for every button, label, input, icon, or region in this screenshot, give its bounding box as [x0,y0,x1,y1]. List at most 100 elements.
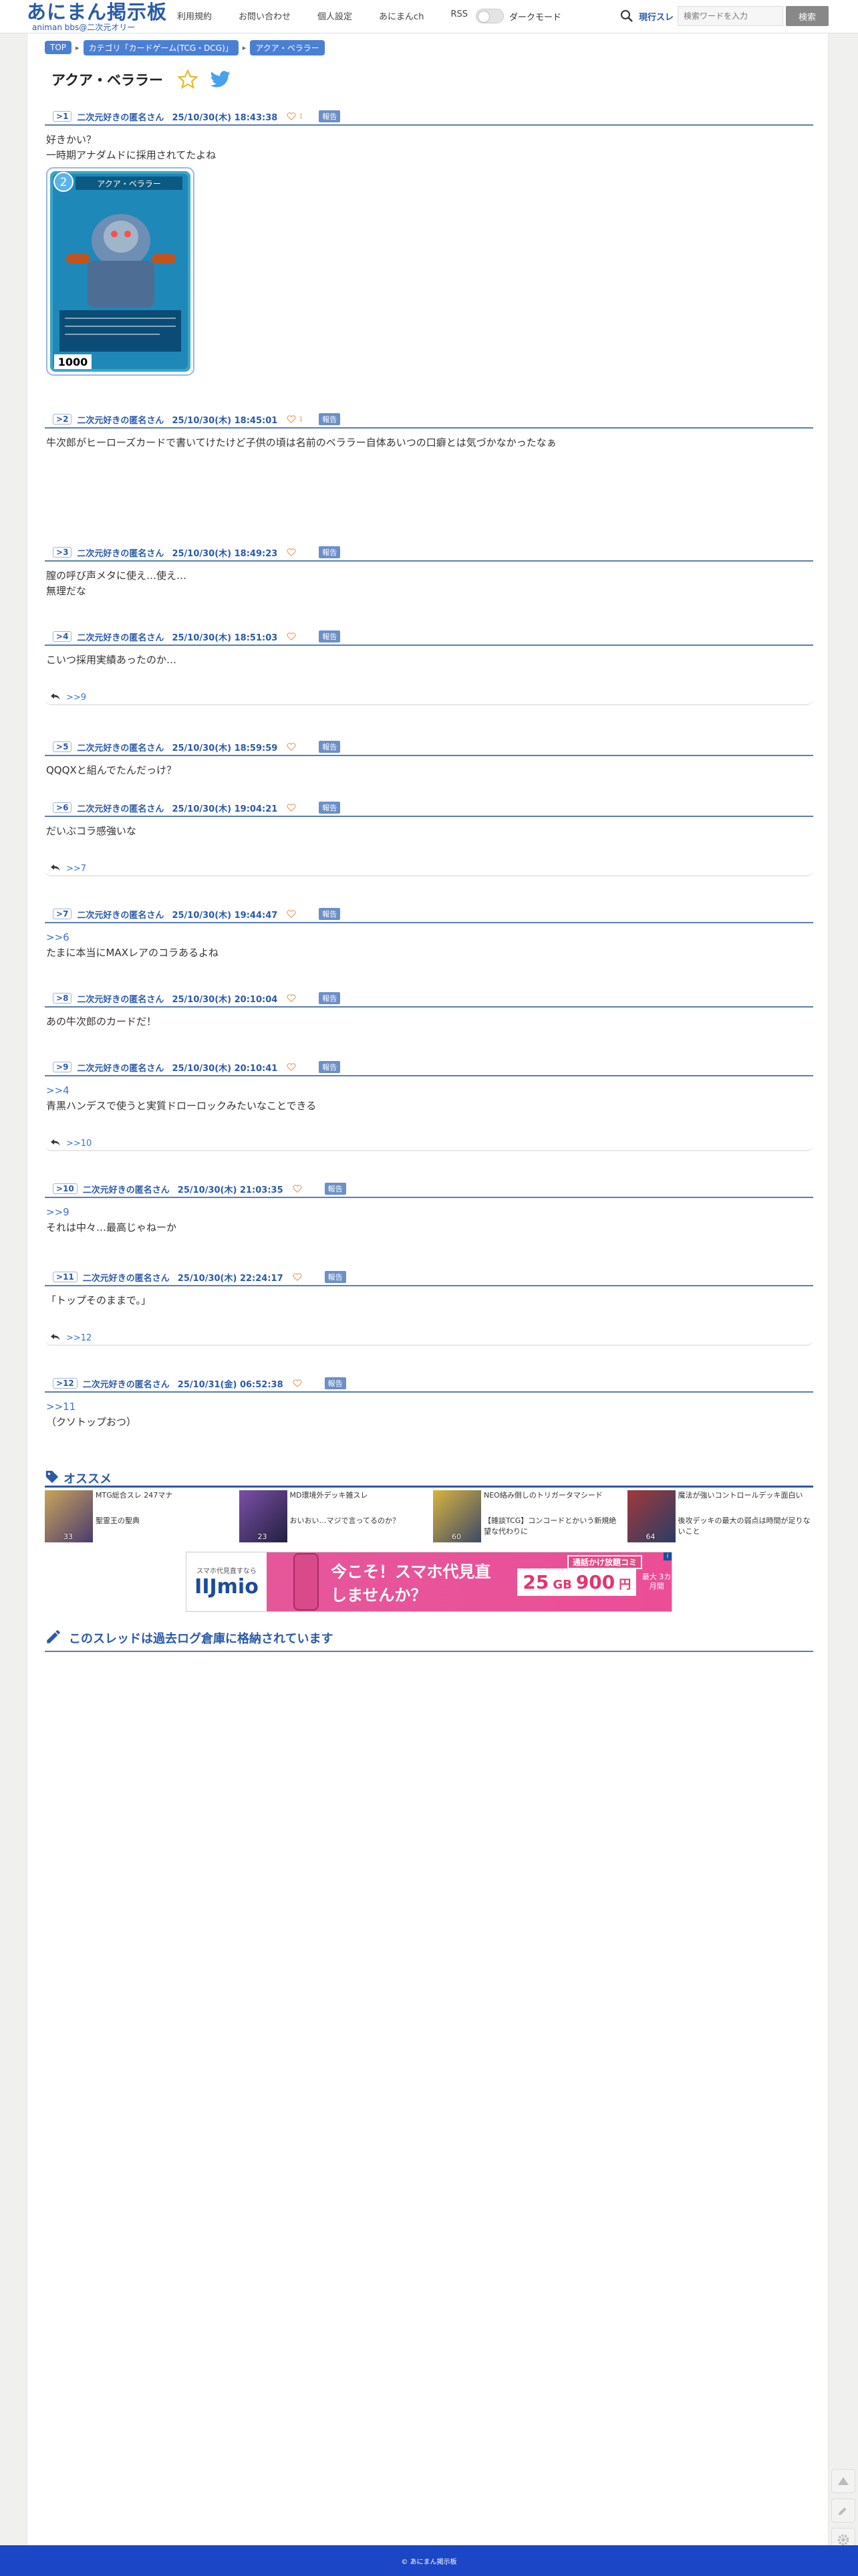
post-number[interactable]: >4 [53,631,72,642]
star-icon[interactable] [176,69,199,90]
recommend-thumbnail[interactable]: 33 [45,1490,93,1542]
reply-link[interactable]: >>10 [66,1139,92,1149]
post-number[interactable]: >2 [53,414,72,425]
compose-button[interactable] [831,2498,855,2523]
recommend-item[interactable]: 23 MD環境外デッキ雑スレ おいおい…マジで言ってるのか？ [239,1490,426,1544]
search-scope[interactable]: 現行スレ [639,10,674,23]
ad-left[interactable]: スマホ代見直すなら IIJmio [186,1552,267,1611]
recommend-thumbnail[interactable]: 64 [627,1490,676,1542]
post-anchor-link[interactable]: >>4 [46,1083,813,1098]
post-number[interactable]: >12 [53,1378,78,1389]
post-number[interactable]: >11 [53,1272,78,1282]
post-number-value[interactable]: 6 [63,803,68,812]
ad-info-icon[interactable]: i [664,1552,672,1560]
report-button[interactable]: 報告 [319,908,341,920]
heart-icon[interactable] [287,994,296,1002]
post-number-value[interactable]: 11 [63,1272,74,1282]
report-button[interactable]: 報告 [324,1271,346,1283]
post-number-value[interactable]: 8 [63,993,68,1003]
card-image[interactable]: 2 アクア・ベララー 1000 [46,167,813,380]
report-button[interactable]: 報告 [324,1183,346,1195]
reply-link[interactable]: >>7 [66,864,86,874]
post-number-value[interactable]: 12 [63,1379,74,1388]
nav-personal-settings[interactable]: 個人設定 [317,9,352,22]
report-button[interactable]: 報告 [324,1377,346,1389]
recommend-title-bottom[interactable]: 聖霊王の聖典 [96,1516,172,1526]
recommend-thumbnail[interactable]: 23 [239,1490,287,1542]
heart-icon[interactable] [293,1273,302,1281]
post-anchor-link[interactable]: >>6 [46,930,813,945]
twitter-icon[interactable] [210,70,231,89]
ad-banner[interactable]: スマホ代見直すなら IIJmio 今こそ！スマホ代見直しませんか？ 通話かけ放題… [186,1552,672,1612]
post-number[interactable]: >1 [53,111,72,122]
heart-icon[interactable] [287,548,296,556]
recommend-title-top[interactable]: MD環境外デッキ雑スレ [290,1490,400,1516]
recommend-title-top[interactable]: MTG総合スレ 247マナ [96,1490,172,1516]
heart-icon[interactable] [287,1063,296,1071]
recommend-title-bottom[interactable]: おいおい…マジで言ってるのか？ [290,1516,400,1526]
nav-animanch[interactable]: あにまんch [379,9,424,22]
search-button[interactable]: 検索 [786,6,829,26]
reply-link[interactable]: >>9 [66,693,86,703]
heart-icon[interactable] [287,632,296,640]
breadcrumb-top[interactable]: TOP [45,41,72,54]
report-button[interactable]: 報告 [319,630,341,642]
heart-icon[interactable] [287,743,296,751]
recommend-text[interactable]: MTG総合スレ 247マナ 聖霊王の聖典 [96,1490,172,1544]
post-number-value[interactable]: 9 [63,1062,68,1072]
heart-icon[interactable] [287,112,296,120]
nav-terms[interactable]: 利用規約 [177,9,212,22]
report-button[interactable]: 報告 [319,802,341,814]
heart-icon[interactable] [287,804,296,812]
report-button[interactable]: 報告 [319,741,341,753]
heart-icon[interactable] [293,1379,302,1387]
post-anchor-link[interactable]: >>9 [46,1205,813,1220]
report-button[interactable]: 報告 [319,413,341,425]
nav-rss[interactable]: RSS [450,9,468,22]
post-number[interactable]: >3 [53,547,72,558]
post-number-value[interactable]: 7 [63,909,68,919]
heart-icon[interactable] [287,415,296,423]
post-number[interactable]: >10 [53,1183,78,1194]
post-number-value[interactable]: 10 [63,1184,74,1193]
ad-right[interactable]: 今こそ！スマホ代見直しませんか？ 通話かけ放題コミ 25 GB 900 円 最大 3… [267,1552,672,1611]
post-number[interactable]: >6 [53,802,72,813]
report-button[interactable]: 報告 [319,1061,341,1073]
post-number-value[interactable]: 2 [63,415,68,424]
post-number[interactable]: >5 [53,741,72,752]
recommend-title-top[interactable]: NEO絡み倒しのトリガータマシード [484,1490,619,1516]
recommend-item[interactable]: 64 魔法が強いコントロールデッキ面白い 後攻デッキの最大の弱点は時間が足りないこと [627,1490,814,1544]
post-anchor-link[interactable]: >>11 [46,1399,813,1415]
post-number[interactable]: >9 [53,1062,72,1072]
recommend-title-top[interactable]: 魔法が強いコントロールデッキ面白い [678,1490,814,1516]
recommend-text[interactable]: MD環境外デッキ雑スレ おいおい…マジで言ってるのか？ [290,1490,400,1544]
site-logo[interactable]: あにまん掲示板 animan bbs@二次元オリー [27,1,167,33]
search-icon[interactable] [615,4,639,28]
recommend-title-bottom[interactable]: 【雑談TCG】コンコードとかいう新規絶望な代わりに [484,1516,619,1537]
report-button[interactable]: 報告 [319,110,341,122]
scroll-top-button[interactable] [831,2469,855,2493]
report-button[interactable]: 報告 [319,992,341,1004]
recommend-thumbnail[interactable]: 60 [433,1490,481,1542]
post-number-value[interactable]: 4 [63,632,68,641]
recommend-item[interactable]: 33 MTG総合スレ 247マナ 聖霊王の聖典 [45,1490,231,1544]
report-button[interactable]: 報告 [319,546,341,558]
post-number-value[interactable]: 1 [63,112,68,121]
reply-link[interactable]: >>12 [66,1333,92,1343]
dark-mode-toggle[interactable]: ダークモード [476,9,561,23]
recommend-text[interactable]: 魔法が強いコントロールデッキ面白い 後攻デッキの最大の弱点は時間が足りないこと [678,1490,814,1544]
post-number-value[interactable]: 5 [63,742,68,751]
logo-main[interactable]: あにまん掲示板 [27,1,167,23]
post-number[interactable]: >7 [53,909,72,919]
heart-icon[interactable] [287,910,296,918]
post-number-value[interactable]: 3 [63,548,68,557]
recommend-title-bottom[interactable]: 後攻デッキの最大の弱点は時間が足りないこと [678,1516,814,1537]
dark-mode-switch[interactable] [476,9,504,23]
breadcrumb-category[interactable]: カテゴリ「カードゲーム(TCG・DCG)」 [83,39,239,55]
heart-icon[interactable] [293,1185,302,1193]
recommend-text[interactable]: NEO絡み倒しのトリガータマシード 【雑談TCG】コンコードとかいう新規絶望な代わ… [484,1490,619,1544]
post-number[interactable]: >8 [53,993,72,1004]
recommend-item[interactable]: 60 NEO絡み倒しのトリガータマシード 【雑談TCG】コンコードとかいう新規絶望な… [433,1490,619,1544]
search-input[interactable] [678,6,784,26]
breadcrumb-thread[interactable]: アクア・ベララー [250,39,325,55]
